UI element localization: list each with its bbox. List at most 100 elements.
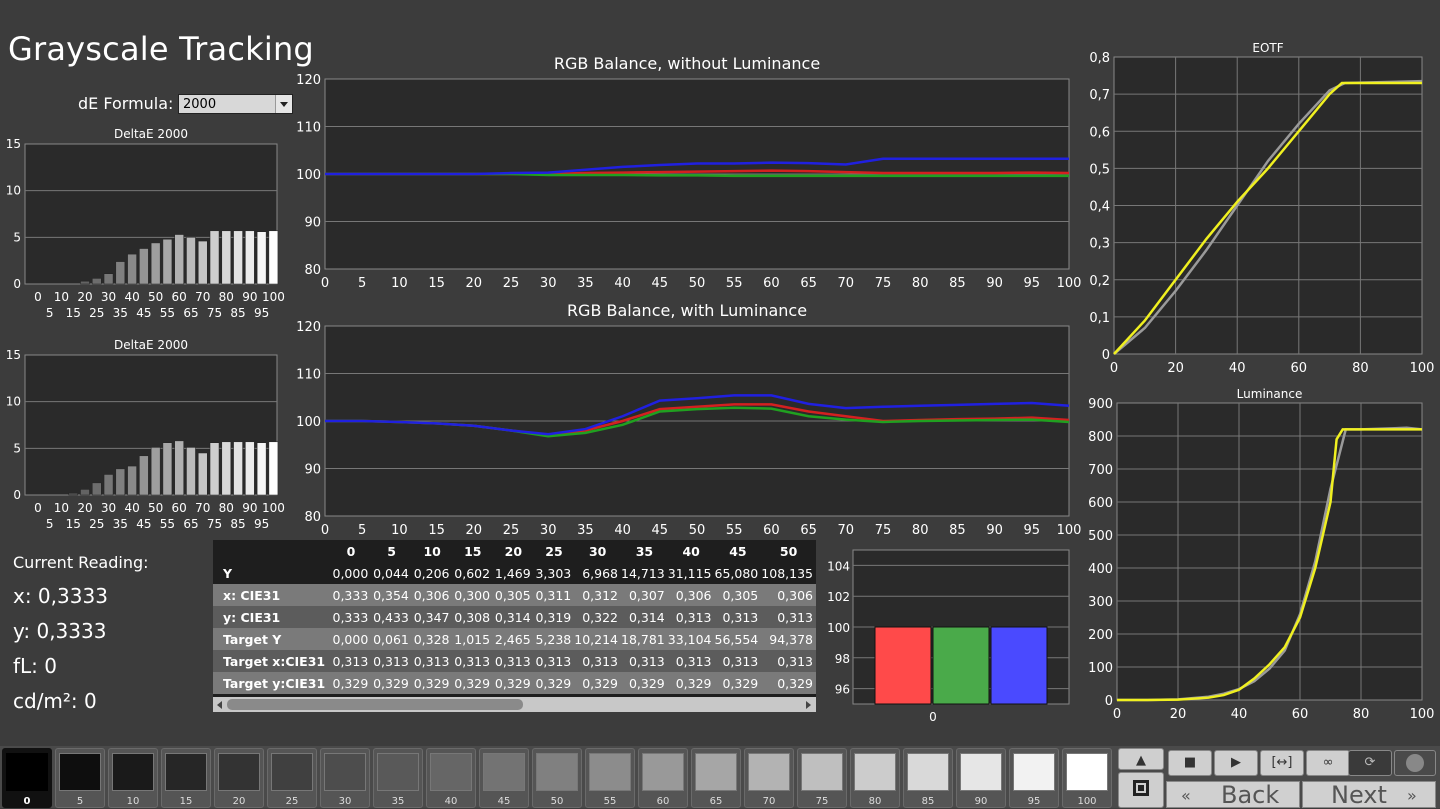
x-tick-label: 55 [160,517,175,531]
table-cell: 0,329 [621,672,668,694]
bar [174,234,184,285]
x-tick-label: 75 [207,517,222,531]
table-row: Target x:CIE31 0,313 0,313 0,313 0,313 0,313 0… [213,650,816,672]
patch-button-90[interactable]: 90 [956,748,1006,808]
y-tick-label: 200 [1088,628,1113,643]
patch-button-100[interactable]: 100 [1062,748,1112,808]
patch-button-45[interactable]: 45 [479,748,529,808]
x-tick-label: 90 [986,523,1003,537]
x-tick-label: 45 [136,306,151,320]
scroll-left-icon[interactable] [217,701,222,709]
stop-button[interactable] [1118,772,1164,808]
patch-button-40[interactable]: 40 [426,748,476,808]
x-tick-label: 70 [838,276,855,291]
patch-label: 85 [921,796,935,807]
bar [256,442,267,496]
y-tick-label: 90 [304,463,321,478]
x-tick-label: 85 [949,276,966,291]
x-tick-label: 35 [113,306,128,320]
y-tick-label: 15 [6,137,21,151]
x-tick-label: 65 [183,306,198,320]
chart-title: RGB Balance, without Luminance [554,54,820,73]
table-cell: 0,314 [493,606,534,628]
chevron-down-icon[interactable] [275,95,292,113]
patch-button-55[interactable]: 55 [585,748,635,808]
patch-label: 95 [1027,796,1041,807]
play-button[interactable]: ▶ [1214,750,1258,776]
next-button[interactable]: Next » [1302,781,1436,809]
x-tick-label: 55 [726,276,743,291]
current-reading-title: Current Reading: [13,553,149,572]
patch-button-75[interactable]: 75 [797,748,847,808]
patch-button-5[interactable]: 5 [55,748,105,808]
y-tick-label: 300 [1088,595,1113,610]
patch-button-15[interactable]: 15 [161,748,211,808]
column-header: 5 [371,540,412,562]
table-cell: 0,433 [371,606,412,628]
refresh-icon: ⟳ [1364,755,1376,770]
x-tick-label: 10 [54,501,69,515]
back-button[interactable]: « Back [1166,781,1300,809]
up-arrow-icon[interactable]: ▲ [1118,748,1164,770]
rgb-level-bars: 96 98 100 102 104 0 [827,549,1070,724]
de-formula-select[interactable]: 2000 [178,94,293,114]
loop-button[interactable]: ∞ [1306,750,1350,776]
bar [174,440,184,496]
patch-swatch [218,753,260,791]
table-cell: 94,378 [761,628,816,650]
y-tick-label: 80 [304,510,321,525]
y-tick-label: 5 [13,441,21,455]
stop-square-button[interactable]: ■ [1168,750,1212,776]
range-button[interactable]: [↔] [1260,750,1304,776]
patch-button-0[interactable]: 0 [2,748,52,808]
y-tick-label: 0,8 [1089,51,1110,66]
row-label: Target Y [213,628,331,650]
patch-button-30[interactable]: 30 [320,748,370,808]
patch-button-70[interactable]: 70 [744,748,794,808]
patch-button-10[interactable]: 10 [108,748,158,808]
table-cell: 0,329 [330,672,372,694]
table-cell: 0,306 [761,584,816,606]
y-tick-label: 96 [835,683,850,697]
scrollbar-thumb[interactable] [227,699,523,710]
table-cell: 0,044 [371,562,412,584]
patch-button-85[interactable]: 85 [903,748,953,808]
x-tick-label: 30 [540,523,557,537]
patch-label: 35 [391,796,405,807]
table-cell: 0,313 [667,650,715,672]
y-tick-label: 5 [13,230,21,244]
refresh-button[interactable]: ⟳ [1348,750,1392,776]
row-label: Y [213,562,331,584]
bar [127,253,137,285]
table-cell: 0,313 [452,650,494,672]
patch-button-20[interactable]: 20 [214,748,264,808]
measurement-table: 0 5 10 15 20 25 30 35 40 45 50 Y 0,000 0,044 0,206 0,60… [213,540,816,712]
x-tick-label: 0 [34,501,42,515]
patch-button-50[interactable]: 50 [532,748,582,808]
x-tick-label: 30 [540,276,557,291]
patch-button-60[interactable]: 60 [638,748,688,808]
chart-title: DeltaE 2000 [114,127,188,141]
next-label: Next [1331,781,1387,809]
patch-button-65[interactable]: 65 [691,748,741,808]
patch-label: 75 [815,796,829,807]
patch-button-25[interactable]: 25 [267,748,317,808]
patch-button-35[interactable]: 35 [373,748,423,808]
scroll-right-icon[interactable] [806,701,811,709]
x-tick-label: 40 [614,523,631,537]
x-tick-label: 55 [160,306,175,320]
table-cell: 1,469 [493,562,534,584]
level-bar [990,626,1048,705]
x-tick-label: 10 [391,276,408,291]
bar [115,468,126,496]
x-tick-label: 70 [838,523,855,537]
x-tick-label: 20 [77,501,92,515]
x-tick-label: 70 [195,290,210,304]
circle-button[interactable] [1394,750,1436,776]
x-tick-label: 20 [1170,707,1187,722]
y-tick-label: 0,4 [1089,200,1110,215]
bar [256,231,267,285]
patch-button-80[interactable]: 80 [850,748,900,808]
bar [80,280,90,285]
patch-button-95[interactable]: 95 [1009,748,1059,808]
